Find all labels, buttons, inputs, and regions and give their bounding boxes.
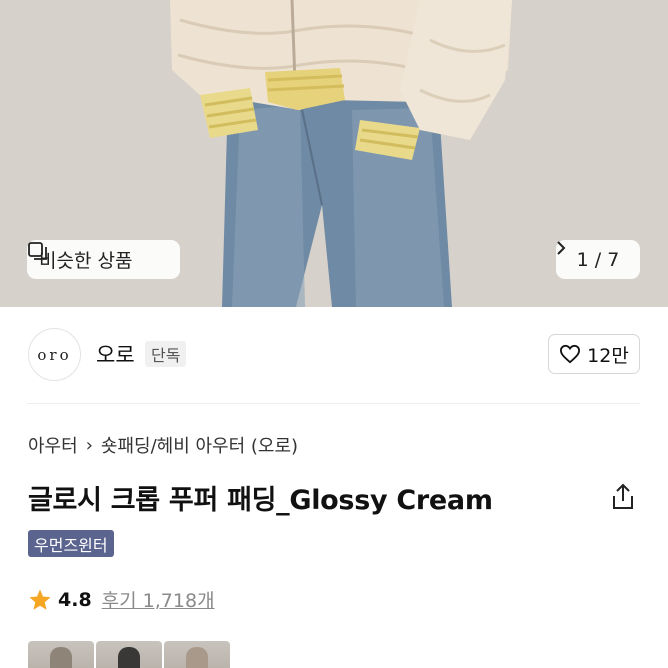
similar-items-button[interactable]: 비슷한 상품 — [27, 240, 180, 279]
product-title: 글로시 크롭 푸퍼 패딩_Glossy Cream — [28, 485, 493, 516]
review-thumbnail[interactable] — [28, 641, 94, 668]
like-count: 12만 — [587, 344, 629, 367]
brand-logo[interactable]: oro — [28, 328, 81, 381]
breadcrumb-item-category[interactable]: 숏패딩/헤비 아우터 (오로) — [101, 432, 298, 458]
chevron-right-icon — [557, 241, 566, 255]
divider — [27, 403, 640, 404]
rating-row[interactable]: 4.8 후기 1,718개 — [28, 586, 215, 613]
similar-items-icon — [28, 242, 47, 260]
brand-row: oro 오로 단독 12만 — [0, 307, 668, 404]
heart-icon — [560, 344, 581, 364]
image-counter[interactable]: 1 / 7 — [556, 240, 640, 279]
breadcrumb: 아우터 › 숏패딩/헤비 아우터 (오로) — [28, 432, 298, 458]
star-icon — [29, 589, 51, 610]
breadcrumb-item-outer[interactable]: 아우터 — [28, 432, 78, 458]
like-button[interactable]: 12만 — [548, 334, 640, 374]
brand-name[interactable]: 오로 — [96, 339, 135, 369]
exclusive-tag: 단독 — [145, 341, 187, 367]
chevron-right-icon: › — [85, 434, 93, 456]
product-image[interactable]: 비슷한 상품 1 / 7 — [0, 0, 668, 307]
share-icon[interactable] — [608, 482, 638, 512]
review-thumbnails — [28, 641, 230, 668]
category-badge: 우먼즈윈터 — [28, 530, 114, 557]
rating-score: 4.8 — [58, 588, 92, 611]
review-count-link[interactable]: 후기 1,718개 — [102, 586, 215, 613]
review-thumbnail[interactable] — [96, 641, 162, 668]
review-thumbnail[interactable] — [164, 641, 230, 668]
similar-items-label: 비슷한 상품 — [39, 250, 133, 272]
image-counter-text: 1 / 7 — [576, 248, 620, 271]
